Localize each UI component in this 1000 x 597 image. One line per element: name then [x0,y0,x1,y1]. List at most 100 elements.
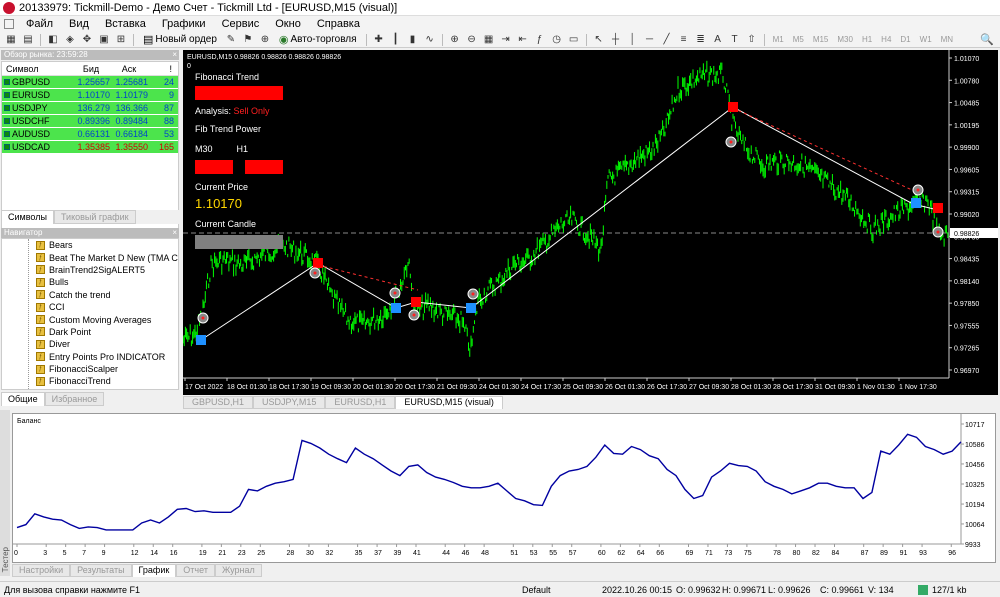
menu-window[interactable]: Окно [267,18,309,30]
symbol-cell: EURUSD [2,90,72,100]
timeframe-m15[interactable]: M15 [810,35,832,44]
navigator-item[interactable]: ƒ Catch the trend [2,289,178,301]
channel-icon[interactable]: ≡ [677,33,691,46]
cursor-icon[interactable]: ↖ [592,33,606,46]
navigator-item-label: FibonacciScalper [49,364,119,375]
navigator-item[interactable]: ƒ CCI [2,301,178,313]
tab-tick-chart[interactable]: Тиковый график [53,210,136,224]
balance-x-label: 30 [306,550,314,557]
trendline-icon[interactable]: ╱ [660,33,674,46]
tab-chart-eurusd-h1[interactable]: EURUSD,H1 [325,396,396,409]
terminal-icon[interactable]: ▣ [97,33,111,46]
balance-x-label: 93 [919,550,927,557]
close-icon[interactable]: × [172,50,177,60]
timeframe-m1[interactable]: M1 [770,35,787,44]
column-bid[interactable]: Бид [72,64,110,74]
column-symbol[interactable]: Символ [2,64,72,74]
timeframe-m30[interactable]: M30 [834,35,856,44]
navigator-item[interactable]: ƒ Bears [2,239,178,251]
line-chart-icon[interactable]: ∿ [423,33,437,46]
market-watch-row[interactable]: EURUSD 1.10170 1.10179 9 [2,89,178,102]
tab-symbols[interactable]: Символы [1,210,54,224]
tester-icon[interactable]: ⊞ [114,33,128,46]
navigator-item[interactable]: ƒ Custom Moving Averages [2,313,178,325]
navigator-item[interactable]: ƒ Bulls [2,276,178,288]
market-watch-row[interactable]: USDCAD 1.35385 1.35550 165 [2,141,178,154]
menu-help[interactable]: Справка [309,18,368,30]
tab-favorites[interactable]: Избранное [44,392,105,406]
menu-tools[interactable]: Сервис [214,18,268,30]
price-chart[interactable]: 1.01070 1.00780 1.00485 1.00195 0.99900 0.996… [183,50,998,395]
bar-chart-icon[interactable]: ┃ [389,33,403,46]
timeframe-d1[interactable]: D1 [897,35,913,44]
fibo-icon[interactable]: ≣ [694,33,708,46]
tab-chart-eurusd-m15-visual[interactable]: EURUSD,M15 (visual) [395,396,503,409]
navigator-item[interactable]: ƒ FibonacciTrend [2,375,178,387]
balance-x-label: 91 [900,550,908,557]
timeframe-m5[interactable]: M5 [790,35,807,44]
crosshair-tool-icon[interactable]: ┼ [609,33,623,46]
signals-icon[interactable]: ⚑ [241,33,255,46]
tab-settings[interactable]: Настройки [12,564,71,577]
price-axis-label: 1.00195 [954,123,979,130]
auto-trading-button[interactable]: ◉ Авто-торговля [275,33,361,47]
tab-chart-usdjpy-m15[interactable]: USDJPY,M15 [253,396,326,409]
ask-cell: 136.366 [115,103,148,113]
column-spread[interactable]: ! [148,64,176,74]
timeframe-w1[interactable]: W1 [917,35,935,44]
zoom-in-icon[interactable]: ⊕ [448,33,462,46]
market-icon[interactable]: ⊕ [258,33,272,46]
navigator-item[interactable]: ƒ Beat The Market D New (TMA C [2,251,178,263]
autoscroll-icon[interactable]: ⇥ [499,33,513,46]
templates-icon[interactable]: ▭ [567,33,581,46]
tab-graph[interactable]: График [131,564,177,577]
close-icon[interactable]: × [172,228,177,238]
navigator-item[interactable]: ƒ Diver [2,338,178,350]
vertical-line-icon[interactable]: │ [626,33,640,46]
navigator-item[interactable]: ƒ Entry Points Pro INDICATOR [2,351,178,363]
crosshair-icon[interactable]: ✚ [372,33,386,46]
timeframe-h1[interactable]: H1 [859,35,875,44]
navigator-icon[interactable]: ✥ [80,33,94,46]
tab-results[interactable]: Результаты [70,564,132,577]
periods-icon[interactable]: ◷ [550,33,564,46]
column-ask[interactable]: Аск [110,64,148,74]
tab-report[interactable]: Отчет [176,564,215,577]
tab-chart-gbpusd-h1[interactable]: GBPUSD,H1 [183,396,254,409]
balance-x-label: 87 [861,550,869,557]
market-watch-icon[interactable]: ◧ [46,33,60,46]
text-icon[interactable]: A [711,33,725,46]
tab-journal[interactable]: Журнал [214,564,262,577]
menu-view[interactable]: Вид [61,18,97,30]
market-watch-row[interactable]: GBPUSD 1.25657 1.25681 24 [2,76,178,89]
price-chart-svg[interactable]: 1.01070 1.00780 1.00485 1.00195 0.99900 0.996… [183,50,998,395]
menu-charts[interactable]: Графики [154,18,214,30]
zoom-out-icon[interactable]: ⊖ [465,33,479,46]
market-watch-row[interactable]: USDCHF 0.89396 0.89484 88 [2,115,178,128]
market-watch-row[interactable]: USDJPY 136.279 136.366 87 [2,102,178,115]
chart-shift-icon[interactable]: ⇤ [516,33,530,46]
market-watch-row[interactable]: AUDUSD 0.66131 0.66184 53 [2,128,178,141]
metaeditor-icon[interactable]: ✎ [224,33,238,46]
label-icon[interactable]: T [728,33,742,46]
candle-chart-icon[interactable]: ▮ [406,33,420,46]
arrows-icon[interactable]: ⇧ [745,33,759,46]
new-chart-icon[interactable]: ▦ [4,33,18,46]
tile-windows-icon[interactable]: ▦ [482,33,496,46]
document-icon[interactable] [4,19,14,29]
search-icon[interactable]: 🔍 [980,33,994,46]
timeframe-h4[interactable]: H4 [878,35,894,44]
navigator-item[interactable]: ƒ FibonacciScalper [2,363,178,375]
tab-common[interactable]: Общие [1,392,45,406]
new-order-button[interactable]: ▤ Новый ордер [139,33,221,47]
profiles-icon[interactable]: ▤ [21,33,35,46]
price-axis-label: 0.98435 [954,257,979,264]
navigator-item[interactable]: ƒ BrainTrend2SigALERT5 [2,264,178,276]
navigator-item[interactable]: ƒ Dark Point [2,326,178,338]
horizontal-line-icon[interactable]: ─ [643,33,657,46]
menu-file[interactable]: Файл [18,18,61,30]
data-window-icon[interactable]: ◈ [63,33,77,46]
indicators-icon[interactable]: ƒ [533,33,547,46]
timeframe-mn[interactable]: MN [938,35,956,44]
menu-insert[interactable]: Вставка [97,18,154,30]
